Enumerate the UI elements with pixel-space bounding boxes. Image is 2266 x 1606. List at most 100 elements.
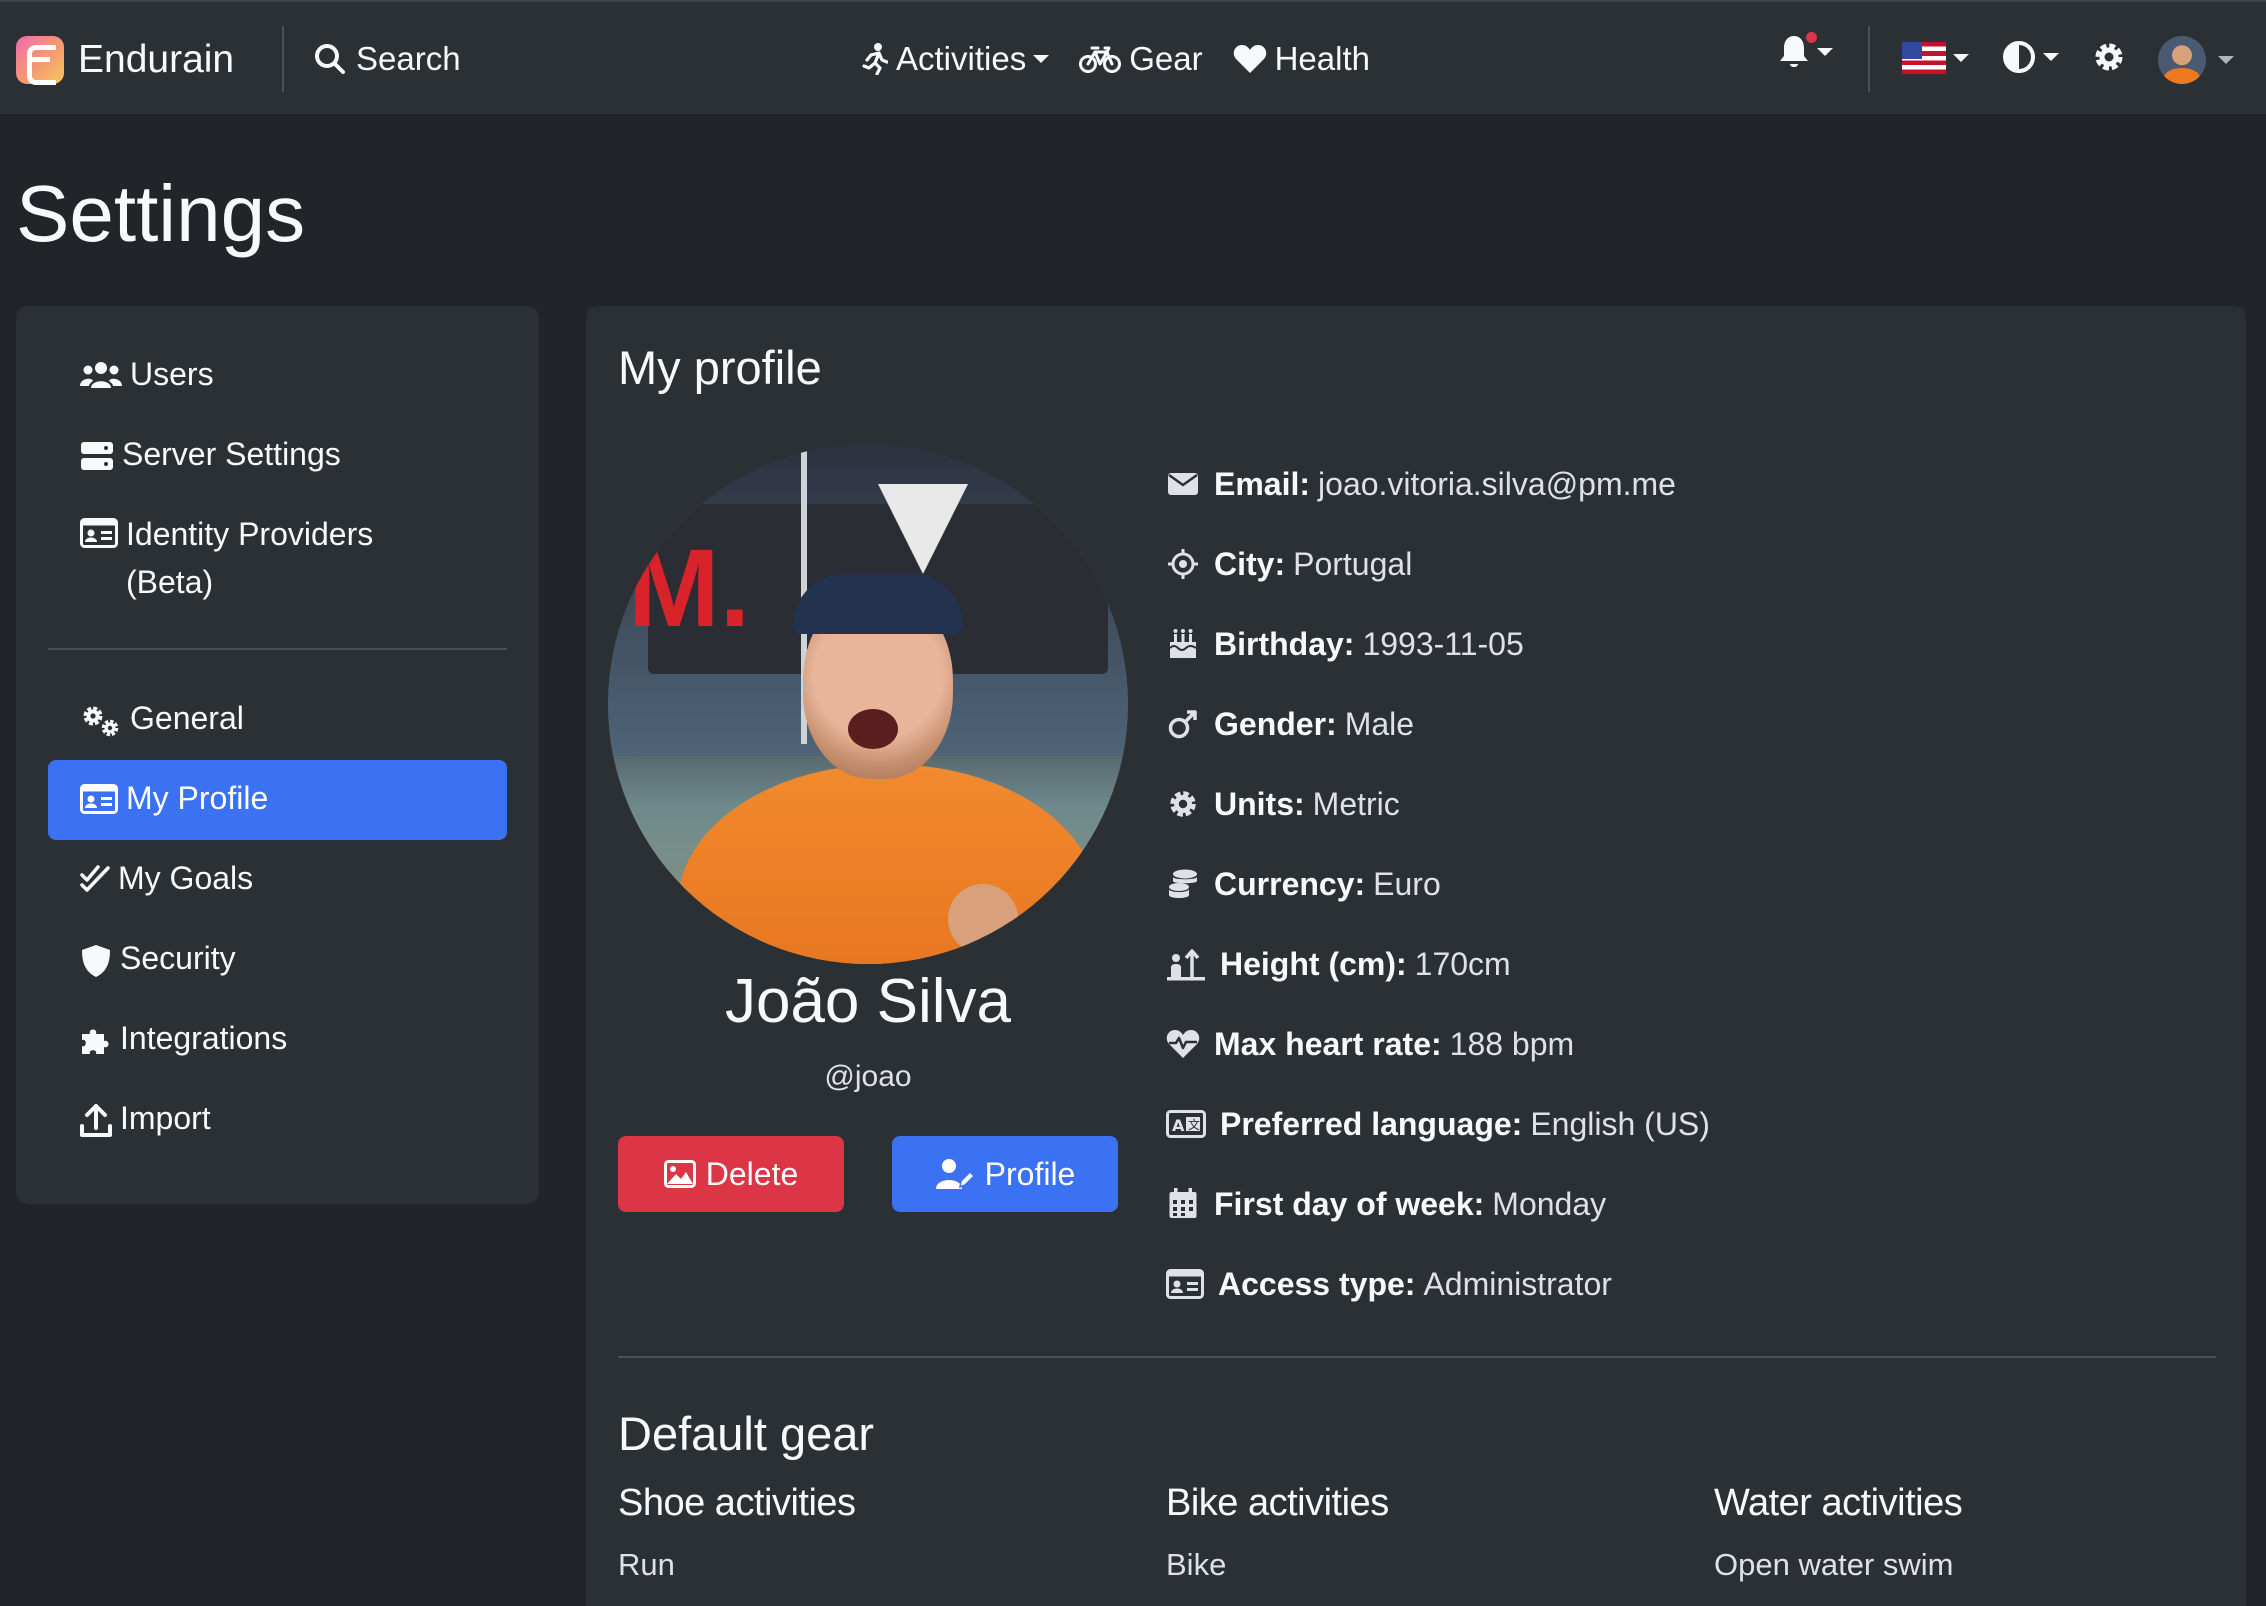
page-title: Settings: [16, 169, 306, 258]
search-icon: [314, 43, 346, 75]
endurain-logo-icon: [16, 36, 64, 85]
svg-text:文: 文: [1188, 1117, 1200, 1132]
activities-label: Activities: [896, 40, 1027, 77]
preferred-language-row: A文 Preferred language: English (US): [1166, 1084, 1710, 1164]
navbar-divider: [1868, 26, 1870, 92]
users-icon: [80, 360, 122, 392]
sidebar-item-integrations[interactable]: Integrations: [48, 1000, 507, 1080]
sidebar-item-label: General: [130, 700, 244, 736]
main-nav: Activities Gear Health: [862, 40, 1400, 78]
profile-name: João Silva: [724, 967, 1012, 1036]
first-day-of-week-row: First day of week: Monday: [1166, 1164, 1710, 1244]
currency-value: Euro: [1373, 865, 1441, 902]
delete-photo-button[interactable]: Delete: [618, 1136, 844, 1212]
birthday-value: 1993-11-05: [1362, 625, 1524, 662]
sidebar-item-security[interactable]: Security: [48, 920, 507, 1000]
section-title: My profile: [618, 341, 822, 394]
envelope-icon: [1166, 472, 1200, 496]
chevron-down-icon: [2218, 56, 2234, 64]
sidebar-item-label: Import: [120, 1100, 211, 1136]
sidebar-item-label: Security: [120, 940, 236, 976]
settings-link[interactable]: [2092, 40, 2126, 74]
access-type-value: Administrator: [1423, 1265, 1612, 1302]
sidebar-item-label: Identity Providers (Beta): [126, 516, 374, 600]
puzzle-icon: [80, 1024, 112, 1056]
shoe-activities-value: Run: [618, 1547, 675, 1582]
water-activities-value: Open water swim: [1714, 1547, 1954, 1582]
sidebar-item-import[interactable]: Import: [48, 1080, 507, 1160]
gear-label: Gear: [1129, 40, 1203, 77]
max-heart-rate-row: Max heart rate: 188 bpm: [1166, 1004, 1710, 1084]
profile-card: My profile M. João Silva @joao Delete Pr…: [586, 306, 2246, 1606]
language-dropdown[interactable]: [1902, 42, 1969, 74]
health-label: Health: [1274, 40, 1370, 77]
bike-activities-heading: Bike activities: [1166, 1482, 1389, 1524]
image-icon: [663, 1160, 696, 1188]
sidebar-item-server-settings[interactable]: Server Settings: [48, 416, 507, 496]
top-navbar: Endurain Search Activities Gear Health: [0, 0, 2266, 114]
access-type-row: Access type: Administrator: [1166, 1244, 1710, 1324]
check-double-icon: [80, 864, 110, 894]
sidebar-item-label: Users: [130, 356, 214, 392]
user-pen-icon: [935, 1158, 975, 1190]
profile-details: Email: joao.vitoria.silva@pm.me City: Po…: [1166, 444, 1710, 1324]
sidebar-item-label: My Profile: [126, 780, 269, 816]
section-divider: [618, 1356, 2216, 1358]
height-icon: [1166, 947, 1206, 981]
bike-activities-column: Bike activities Bike: [1166, 1482, 1666, 1583]
sidebar-item-label: My Goals: [118, 860, 254, 896]
units-row: Units: Metric: [1166, 764, 1710, 844]
gears-icon: [80, 704, 122, 738]
chevron-down-icon: [1033, 55, 1050, 63]
first-day-of-week-value: Monday: [1492, 1185, 1607, 1222]
upload-icon: [80, 1104, 112, 1138]
shield-icon: [80, 944, 112, 978]
activities-dropdown[interactable]: Activities: [862, 40, 1050, 78]
search-link[interactable]: Search: [314, 40, 461, 78]
max-heart-rate-value: 188 bpm: [1449, 1025, 1575, 1062]
user-menu-dropdown[interactable]: [2158, 36, 2234, 84]
id-card-icon: [80, 784, 118, 814]
notification-badge-icon: [1804, 30, 1819, 45]
us-flag-icon: [1902, 42, 1946, 74]
profile-photo: M.: [608, 444, 1128, 964]
brand-link[interactable]: Endurain: [16, 36, 234, 85]
edit-profile-button[interactable]: Profile: [892, 1136, 1118, 1212]
units-value: Metric: [1312, 785, 1400, 822]
person-running-icon: [862, 43, 888, 75]
water-activities-column: Water activities Open water swim: [1714, 1482, 2214, 1583]
gear-icon: [1166, 788, 1200, 820]
height-value: 170cm: [1414, 945, 1511, 982]
sidebar-item-general[interactable]: General: [48, 680, 507, 760]
navbar-divider: [282, 26, 284, 92]
circle-half-icon: [2002, 40, 2036, 74]
delete-label: Delete: [705, 1155, 799, 1192]
birthday-row: Birthday: 1993-11-05: [1166, 604, 1710, 684]
theme-dropdown[interactable]: [2002, 40, 2059, 74]
sidebar-divider: [48, 648, 507, 650]
gender-row: Gender: Male: [1166, 684, 1710, 764]
bell-icon: [1778, 30, 1819, 70]
settings-sidebar: Users Server Settings Identity Providers…: [16, 306, 539, 1204]
health-link[interactable]: Health: [1233, 40, 1370, 78]
language-icon: A文: [1166, 1110, 1206, 1138]
sidebar-item-my-goals[interactable]: My Goals: [48, 840, 507, 920]
shoe-activities-column: Shoe activities Run: [618, 1482, 1118, 1583]
height-row: Height (cm): 170cm: [1166, 924, 1710, 1004]
email-value: joao.vitoria.silva@pm.me: [1318, 465, 1676, 502]
heart-icon: [1233, 44, 1267, 74]
chevron-down-icon: [1953, 54, 1969, 62]
shoe-activities-heading: Shoe activities: [618, 1482, 856, 1524]
profile-label: Profile: [984, 1155, 1076, 1192]
gender-value: Male: [1344, 705, 1415, 742]
city-row: City: Portugal: [1166, 524, 1710, 604]
currency-row: Currency: Euro: [1166, 844, 1710, 924]
location-crosshairs-icon: [1166, 548, 1200, 580]
sidebar-item-identity-providers[interactable]: Identity Providers (Beta): [48, 496, 507, 626]
sidebar-item-users[interactable]: Users: [48, 336, 507, 416]
notifications-dropdown[interactable]: [1778, 30, 1833, 70]
server-icon: [80, 440, 114, 472]
sidebar-item-my-profile[interactable]: My Profile: [48, 760, 507, 840]
gear-link[interactable]: Gear: [1079, 40, 1203, 78]
email-row: Email: joao.vitoria.silva@pm.me: [1166, 444, 1710, 524]
